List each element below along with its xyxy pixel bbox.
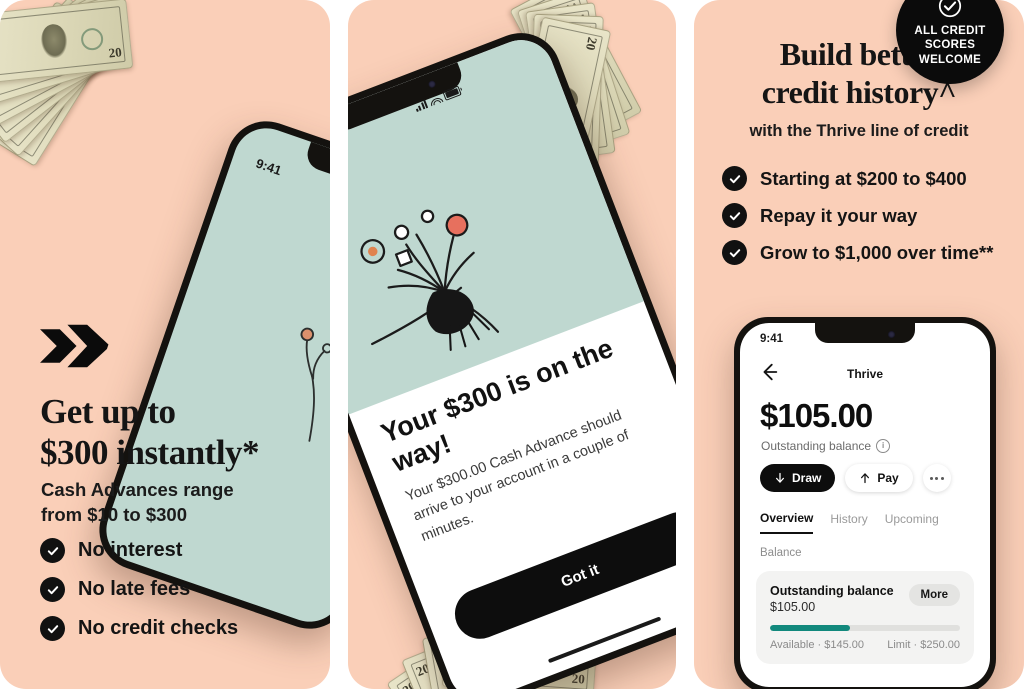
- balance-progress-fill: [770, 625, 850, 631]
- bullet-label: No credit checks: [78, 617, 239, 639]
- app-screen-title: Thrive: [846, 367, 883, 381]
- promo-panel-credit-builder: Build better credit history^ with the Th…: [694, 0, 1024, 689]
- phone-screen-right: 9:41 Thrive $105.00 Outstanding balance …: [740, 323, 990, 687]
- check-circle-icon: [722, 203, 747, 228]
- camera-dot: [888, 331, 895, 338]
- balance-card-title: Outstanding balance: [770, 584, 894, 598]
- check-circle-icon: [722, 166, 747, 191]
- list-item: No late fees: [40, 577, 238, 602]
- tab-upcoming[interactable]: Upcoming: [885, 512, 939, 533]
- tab-overview[interactable]: Overview: [760, 511, 814, 534]
- pay-button-label: Pay: [877, 471, 899, 485]
- outstanding-balance-amount: $105.00: [760, 397, 873, 434]
- headline-line-2: credit history^: [761, 73, 957, 110]
- status-bar-time: 9:41: [253, 155, 284, 179]
- bullet-label: Starting at $200 to $400: [760, 167, 967, 189]
- available-amount: Available · $145.00: [770, 639, 864, 651]
- tab-history[interactable]: History: [830, 512, 867, 533]
- home-indicator: [547, 616, 662, 664]
- list-item: Grow to $1,000 over time**: [722, 240, 993, 265]
- section-label-balance: Balance: [760, 547, 802, 559]
- list-item: Starting at $200 to $400: [722, 166, 993, 191]
- account-actions: Draw Pay: [760, 464, 951, 492]
- phone-mockup-middle: Your $300 is on the way! Your $300.00 Ca…: [348, 21, 676, 689]
- more-button[interactable]: More: [908, 584, 960, 606]
- cash-photo-left: 2020 2020 2020 2020 2020 2020: [0, 0, 234, 216]
- account-tabs: Overview History Upcoming: [760, 511, 976, 534]
- promo-panel-advance-confirmation: 2020 2020 2020 2020 2020 2020 2020 2020 …: [348, 0, 676, 689]
- balance-card-footer: Available · $145.00 Limit · $250.00: [770, 639, 960, 651]
- list-item: No interest: [40, 538, 238, 563]
- badge-line-3: WELCOME: [918, 53, 982, 66]
- app-nav-bar: Thrive: [740, 359, 990, 389]
- headline-line-2: $300 instantly*: [40, 432, 260, 472]
- subheadline-right: with the Thrive line of credit: [749, 122, 969, 140]
- list-item: No credit checks: [40, 616, 238, 641]
- headline-line-1: Get up to: [40, 392, 176, 431]
- promo-panel-cash-advance: 2020 2020 2020 2020 2020 2020 9:41: [0, 0, 330, 689]
- check-circle-icon: [722, 240, 747, 265]
- check-circle-icon: [40, 538, 65, 563]
- camera-dot: [427, 79, 437, 89]
- outstanding-balance-label: Outstanding balance i: [761, 439, 891, 453]
- feature-bullet-list-right: Starting at $200 to $400 Repay it your w…: [722, 166, 993, 277]
- phone-notch: [303, 141, 330, 200]
- badge-line-2: SCORES: [924, 39, 976, 52]
- bullet-label: Grow to $1,000 over time**: [760, 241, 994, 263]
- app-store-screenshot-carousel: 2020 2020 2020 2020 2020 2020 9:41: [0, 0, 1024, 689]
- phone-screen-middle: Your $300 is on the way! Your $300.00 Ca…: [348, 30, 676, 689]
- balance-card-amount: $105.00: [770, 600, 816, 614]
- arrow-down-icon: [774, 472, 786, 484]
- status-bar-time: 9:41: [760, 333, 784, 345]
- bullet-label: No late fees: [78, 578, 191, 600]
- pay-button[interactable]: Pay: [845, 464, 913, 492]
- balance-label-text: Outstanding balance: [761, 439, 872, 453]
- check-circle-icon: [40, 616, 65, 641]
- subheadline-line-2: from $10 to $300: [41, 503, 188, 525]
- list-item: Repay it your way: [722, 203, 993, 228]
- page-title-left: Get up to $300 instantly*: [40, 392, 310, 473]
- info-icon[interactable]: i: [876, 439, 891, 453]
- feature-bullet-list-left: No interest No late fees No credit check…: [40, 538, 238, 655]
- draw-button[interactable]: Draw: [760, 464, 836, 492]
- badge-line-1: ALL CREDIT: [914, 25, 986, 38]
- check-circle-outline-icon: [937, 0, 963, 19]
- double-chevron-logo-icon: [37, 318, 113, 374]
- more-options-icon[interactable]: [922, 464, 951, 492]
- bullet-label: No interest: [78, 539, 183, 561]
- balance-card-header: Outstanding balance $105.00 More: [770, 584, 960, 614]
- limit-amount: Limit · $250.00: [887, 639, 960, 651]
- subheadline-left: Cash Advances range from $10 to $300: [41, 478, 291, 527]
- balance-card-text: Outstanding balance $105.00: [770, 584, 894, 614]
- arrow-up-icon: [859, 472, 871, 484]
- phone-notch: [815, 323, 915, 343]
- phone-mockup-right: 9:41 Thrive $105.00 Outstanding balance …: [734, 317, 996, 689]
- check-circle-icon: [40, 577, 65, 602]
- balance-progress-bar: [770, 625, 960, 631]
- draw-button-label: Draw: [792, 471, 822, 485]
- subheadline-line-1: Cash Advances range: [41, 479, 234, 500]
- bullet-label: Repay it your way: [760, 204, 918, 226]
- balance-card: Outstanding balance $105.00 More Availab…: [756, 571, 974, 664]
